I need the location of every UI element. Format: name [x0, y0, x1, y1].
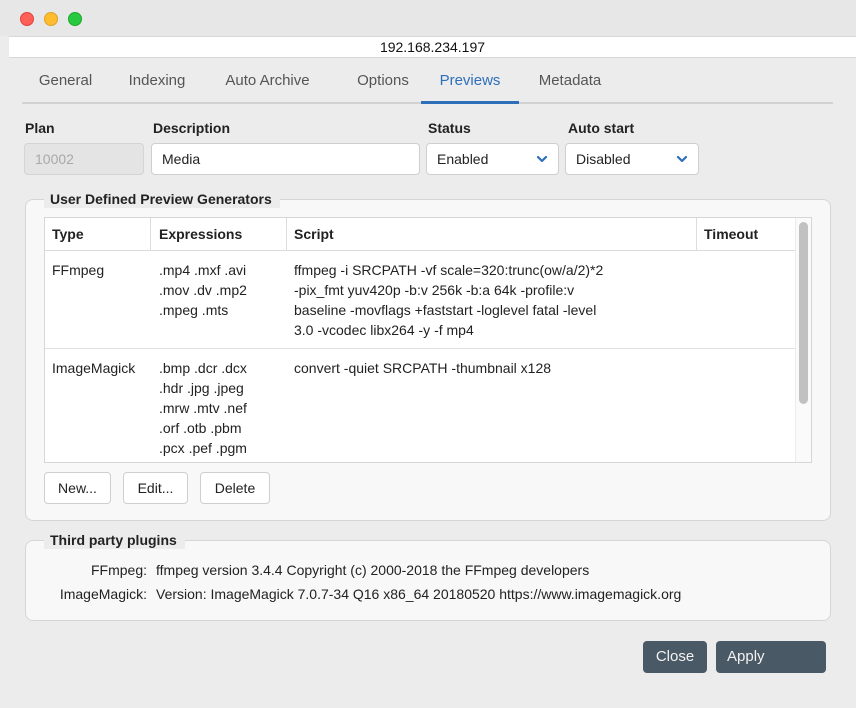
plan-label: Plan: [25, 120, 55, 136]
close-button[interactable]: Close: [643, 641, 707, 673]
tab-options[interactable]: Options: [335, 62, 431, 102]
third-party-plugins-group: [25, 540, 831, 621]
status-select[interactable]: Enabled: [426, 143, 559, 175]
scrollbar-thumb[interactable]: [799, 222, 808, 404]
tab-bar: General Indexing Auto Archive Options Pr…: [22, 62, 833, 104]
third-party-plugins-title: Third party plugins: [44, 531, 185, 549]
column-header-type[interactable]: Type: [45, 218, 150, 251]
status-select-value: Enabled: [437, 151, 489, 167]
description-field[interactable]: Media: [151, 143, 420, 175]
auto-start-select[interactable]: Disabled: [565, 143, 699, 175]
plugin-version: ffmpeg version 3.4.4 Copyright (c) 2000-…: [156, 562, 590, 578]
tab-metadata[interactable]: Metadata: [524, 62, 616, 102]
title-bar: [0, 0, 856, 36]
description-label: Description: [153, 120, 231, 136]
row-expressions: .bmp .dcr .dcx .hdr .jpg .jpeg .mrw .mtv…: [159, 360, 247, 456]
plugin-version: Version: ImageMagick 7.0.7-34 Q16 x86_64…: [156, 586, 682, 602]
column-header-timeout[interactable]: Timeout: [697, 218, 795, 251]
tab-previews[interactable]: Previews: [421, 62, 519, 104]
row-script: ffmpeg -i SRCPATH -vf scale=320:trunc(ow…: [294, 262, 604, 338]
column-header-expressions[interactable]: Expressions: [152, 218, 286, 251]
table-header: Type Expressions Script Timeout: [45, 218, 811, 251]
row-type: ImageMagick: [52, 360, 136, 376]
preview-generators-table: Type Expressions Script Timeout FFmpeg .…: [44, 217, 812, 463]
row-expressions: .mp4 .mxf .avi .mov .dv .mp2 .mpeg .mts: [159, 262, 247, 318]
chevron-down-icon: [676, 155, 688, 163]
new-generator-button[interactable]: New...: [44, 472, 111, 504]
zoom-window-icon[interactable]: [68, 12, 82, 26]
table-row[interactable]: ImageMagick .bmp .dcr .dcx .hdr .jpg .jp…: [45, 350, 795, 462]
status-label: Status: [428, 120, 471, 136]
row-script: convert -quiet SRCPATH -thumbnail x128: [294, 360, 552, 376]
tab-general[interactable]: General: [22, 62, 109, 102]
close-window-icon[interactable]: [20, 12, 34, 26]
delete-generator-button[interactable]: Delete: [200, 472, 270, 504]
column-header-script[interactable]: Script: [287, 218, 697, 251]
preferences-window: 192.168.234.197 General Indexing Auto Ar…: [0, 0, 856, 708]
tab-indexing[interactable]: Indexing: [116, 62, 198, 102]
auto-start-label: Auto start: [568, 120, 635, 136]
plan-field: 10002: [24, 143, 144, 175]
chevron-down-icon: [536, 155, 548, 163]
table-scrollbar[interactable]: [795, 218, 811, 462]
row-type: FFmpeg: [52, 262, 105, 278]
edit-generator-button[interactable]: Edit...: [123, 472, 188, 504]
tab-auto-archive[interactable]: Auto Archive: [210, 62, 325, 102]
plugin-name: ImageMagick:: [59, 586, 147, 602]
preview-generators-title: User Defined Preview Generators: [44, 190, 280, 208]
auto-start-select-value: Disabled: [576, 151, 631, 167]
table-row[interactable]: FFmpeg .mp4 .mxf .avi .mov .dv .mp2 .mpe…: [45, 252, 795, 349]
minimize-window-icon[interactable]: [44, 12, 58, 26]
apply-button[interactable]: Apply: [716, 641, 826, 673]
window-address: 192.168.234.197: [9, 36, 856, 58]
plugin-name: FFmpeg:: [90, 562, 147, 578]
